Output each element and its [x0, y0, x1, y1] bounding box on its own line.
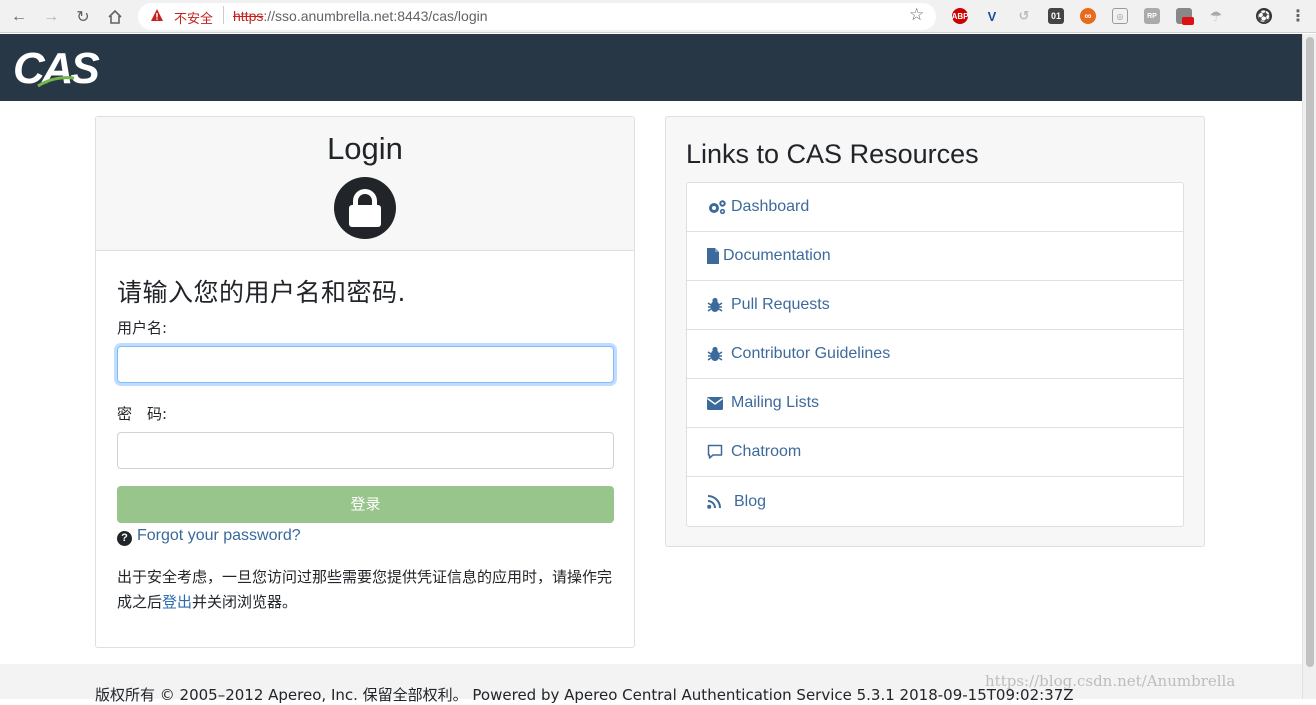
cas-header: CAS — [0, 34, 1302, 101]
envelope-icon — [707, 396, 729, 410]
link-label: Documentation — [723, 247, 831, 264]
link-documentation[interactable]: Documentation — [687, 232, 1183, 281]
link-label: Dashboard — [731, 198, 810, 215]
forward-icon[interactable]: → — [40, 6, 62, 28]
page-scrollbar[interactable] — [1302, 34, 1316, 699]
extension-infinity-icon[interactable]: ∞ — [1080, 8, 1096, 24]
bug-icon — [707, 297, 729, 313]
scrollbar-thumb[interactable] — [1306, 37, 1314, 667]
comment-icon — [707, 444, 729, 460]
extension-badge-icon[interactable] — [1176, 8, 1194, 25]
link-contributor-guidelines[interactable]: Contributor Guidelines — [687, 330, 1183, 379]
extension-link-icon[interactable]: ↺ — [1016, 8, 1032, 24]
username-label: 用户名: — [117, 319, 168, 337]
extension-umbrella-icon[interactable]: ☂ — [1208, 8, 1224, 24]
link-label: Blog — [734, 492, 767, 510]
login-button[interactable]: 登录 — [117, 486, 614, 523]
back-icon[interactable]: ← — [8, 6, 30, 28]
security-status[interactable]: 不安全 — [174, 8, 213, 27]
login-card-header: Login — [96, 117, 634, 251]
username-input[interactable] — [117, 346, 614, 383]
warning-icon[interactable] — [150, 8, 164, 22]
password-label: 密 码: — [117, 405, 168, 423]
link-label: Mailing Lists — [731, 394, 820, 411]
logout-link[interactable]: 登出 — [162, 593, 192, 611]
extension-01-icon[interactable]: 01 — [1048, 8, 1064, 24]
link-chatroom[interactable]: Chatroom — [687, 428, 1183, 477]
bookmark-star-icon[interactable]: ☆ — [909, 5, 924, 25]
cas-logo-swoosh-icon — [37, 76, 75, 88]
link-pull-requests[interactable]: Pull Requests — [687, 281, 1183, 330]
link-label: Chatroom — [731, 443, 802, 460]
login-title: Login — [327, 131, 403, 166]
lock-icon — [334, 177, 396, 239]
vue-extension-icon[interactable]: V — [984, 8, 1000, 24]
links-list: Dashboard Documentation Pull Requests Co… — [686, 182, 1184, 527]
reload-icon[interactable]: ↻ — [72, 6, 94, 28]
watermark: https://blog.csdn.net/Anumbrella — [985, 672, 1236, 690]
question-icon: ? — [117, 531, 132, 546]
rss-icon — [707, 494, 732, 509]
security-note-end: 并关闭浏览器。 — [192, 593, 298, 611]
login-card: Login 请输入您的用户名和密码. 用户名: 密 码: 登录 ? Forgot … — [95, 116, 635, 648]
url-path: ://sso.anumbrella.net:8443/cas/login — [263, 8, 488, 24]
extension-rp-icon[interactable]: RP — [1144, 8, 1160, 24]
url-text[interactable]: https://sso.anumbrella.net:8443/cas/logi… — [233, 8, 488, 24]
login-prompt: 请输入您的用户名和密码. — [117, 278, 406, 307]
browser-toolbar: ← → ↻ 不安全 https://sso.anumbrella.net:844… — [0, 0, 1316, 33]
link-label: Pull Requests — [731, 296, 830, 313]
link-blog[interactable]: Blog — [687, 477, 1183, 526]
link-mailing-lists[interactable]: Mailing Lists — [687, 379, 1183, 428]
home-icon[interactable] — [104, 6, 126, 28]
adblock-extension-icon[interactable]: ABP — [952, 8, 968, 24]
cogs-icon — [707, 199, 729, 215]
links-card: Links to CAS Resources Dashboard Documen… — [665, 116, 1205, 547]
bug-icon — [707, 346, 729, 362]
browser-menu-icon[interactable]: ⋮ — [1290, 6, 1306, 26]
forgot-password-link[interactable]: Forgot your password? — [137, 527, 301, 544]
footer-copyright: 版权所有 © 2005–2012 Apereo, Inc. 保留全部权利。 Po… — [95, 686, 1074, 704]
links-title: Links to CAS Resources — [686, 139, 979, 169]
url-scheme: https — [233, 8, 264, 24]
security-note: 出于安全考虑，一旦您访问过那些需要您提供凭证信息的应用时，请操作完成之后登出并关… — [117, 565, 617, 615]
link-dashboard[interactable]: Dashboard — [687, 183, 1183, 232]
file-icon — [707, 248, 721, 264]
extension-shield-icon[interactable]: ◎ — [1112, 8, 1128, 24]
password-input[interactable] — [117, 432, 614, 469]
extension-ball-icon[interactable]: ⚽ — [1256, 8, 1272, 24]
url-divider — [223, 6, 224, 24]
link-label: Contributor Guidelines — [731, 345, 891, 362]
forgot-password: ? Forgot your password? — [117, 527, 301, 546]
